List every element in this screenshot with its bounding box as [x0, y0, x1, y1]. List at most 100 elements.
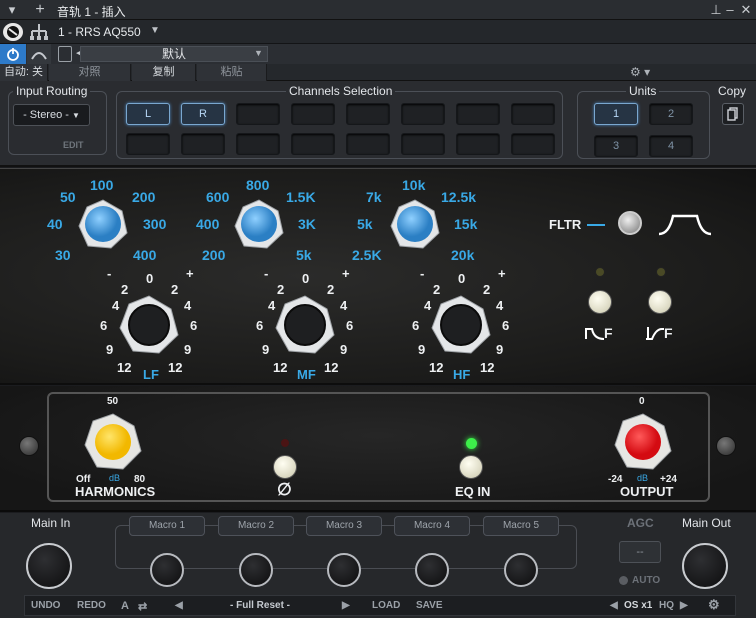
- minimize-icon[interactable]: –: [722, 2, 738, 18]
- lf-frequency-knob[interactable]: [78, 199, 128, 249]
- hf-freq-2.5k: 2.5K: [352, 247, 382, 263]
- channel-slot[interactable]: [511, 103, 555, 125]
- output-knob[interactable]: [614, 413, 672, 471]
- load-button[interactable]: LOAD: [372, 600, 400, 611]
- power-button[interactable]: [0, 44, 26, 64]
- mf-frequency-knob[interactable]: [234, 199, 284, 249]
- channel-slot[interactable]: [181, 133, 225, 155]
- channel-slot[interactable]: [401, 103, 445, 125]
- os-prev-icon[interactable]: ◀: [610, 600, 618, 611]
- macro-5-knob[interactable]: [504, 553, 538, 587]
- harmonics-scale-top: 50: [107, 396, 119, 407]
- preset-list-icon[interactable]: [58, 46, 72, 62]
- hf-filter-button[interactable]: [648, 290, 672, 314]
- main-in-knob[interactable]: [26, 543, 72, 589]
- macro-1-button[interactable]: Macro 1: [129, 516, 205, 536]
- main-out-knob[interactable]: [682, 543, 728, 589]
- mf-gain-knob[interactable]: [275, 295, 335, 355]
- hf-gain-12r: 12: [480, 360, 495, 375]
- main-in-label: Main In: [31, 516, 71, 530]
- preset-dropdown-icon[interactable]: ▼: [254, 48, 263, 58]
- channel-slot[interactable]: [511, 133, 555, 155]
- footer-next-preset-icon[interactable]: ▶: [342, 600, 350, 611]
- ab-copy-icon[interactable]: ⇄: [138, 600, 147, 613]
- macro-4-knob[interactable]: [415, 553, 449, 587]
- preset-selector[interactable]: 默认: [80, 46, 268, 62]
- unit-3-button[interactable]: 3: [594, 135, 638, 157]
- output-label: OUTPUT: [620, 484, 674, 499]
- input-routing-dropdown[interactable]: - Stereo - ▼: [13, 104, 90, 126]
- macro-5-button[interactable]: Macro 5: [483, 516, 559, 536]
- channel-slot[interactable]: [236, 103, 280, 125]
- channel-slot[interactable]: [236, 133, 280, 155]
- footer-prev-preset-icon[interactable]: ◀: [175, 600, 183, 611]
- hf-frequency-knob[interactable]: [390, 199, 440, 249]
- auto-button[interactable]: AUTO: [632, 575, 660, 586]
- unit-2-button[interactable]: 2: [649, 103, 693, 125]
- channel-slot[interactable]: [126, 133, 170, 155]
- channel-slot[interactable]: [291, 133, 335, 155]
- os-next-icon[interactable]: ▶: [680, 600, 688, 611]
- plugin-logo-icon[interactable]: [3, 23, 23, 41]
- paste-button[interactable]: 粘贴: [197, 64, 267, 81]
- macro-2-button[interactable]: Macro 2: [218, 516, 294, 536]
- menu-icon[interactable]: ▾: [4, 2, 20, 18]
- automation-icon[interactable]: [27, 44, 51, 64]
- save-button[interactable]: SAVE: [416, 600, 443, 611]
- unit-4-button[interactable]: 4: [649, 135, 693, 157]
- lf-gain-12l: 12: [117, 360, 132, 375]
- filter-toggle-switch[interactable]: [618, 211, 642, 235]
- copy-button[interactable]: 复制: [132, 64, 196, 81]
- hf-gain-minus: -: [420, 266, 425, 281]
- macro-4-button[interactable]: Macro 4: [394, 516, 470, 536]
- input-routing-label: Input Routing: [13, 84, 91, 98]
- channel-l-button[interactable]: L: [126, 103, 170, 125]
- redo-button[interactable]: REDO: [77, 600, 106, 611]
- macro-3-button[interactable]: Macro 3: [306, 516, 382, 536]
- ab-compare-button[interactable]: A: [121, 600, 129, 612]
- eq-in-button[interactable]: [459, 455, 483, 479]
- phase-button[interactable]: [273, 455, 297, 479]
- track-dropdown-icon[interactable]: ▼: [150, 22, 164, 40]
- lf-filter-button[interactable]: [588, 290, 612, 314]
- hf-gain-knob[interactable]: [431, 295, 491, 355]
- macro-2-knob[interactable]: [239, 553, 273, 587]
- compare-button[interactable]: 对照: [49, 64, 131, 81]
- hf-gain-6r: 6: [502, 318, 510, 333]
- oversampling-value[interactable]: OS x1: [624, 600, 652, 611]
- undo-button[interactable]: UNDO: [31, 600, 60, 611]
- hf-filter-led: [656, 267, 666, 277]
- lf-gain-6l: 6: [100, 318, 108, 333]
- copy-units-button[interactable]: [722, 103, 744, 125]
- footer-settings-gear-icon[interactable]: ⚙: [708, 597, 720, 613]
- macro-3-knob[interactable]: [327, 553, 361, 587]
- hf-gain-9l: 9: [418, 342, 426, 357]
- harmonics-knob[interactable]: [84, 413, 142, 471]
- channel-r-button[interactable]: R: [181, 103, 225, 125]
- auto-off-button[interactable]: 自动: 关: [0, 64, 48, 81]
- mf-freq-3k: 3K: [298, 216, 316, 232]
- channel-slot[interactable]: [456, 133, 500, 155]
- add-icon[interactable]: +: [32, 2, 48, 18]
- screw-icon: [19, 436, 39, 456]
- lf-filter-f: F: [604, 325, 613, 341]
- input-routing-edit[interactable]: EDIT: [63, 140, 84, 150]
- channel-slot[interactable]: [291, 103, 335, 125]
- macro-1-knob[interactable]: [150, 553, 184, 587]
- mf-gain-9l: 9: [262, 342, 270, 357]
- lf-gain-knob[interactable]: [119, 295, 179, 355]
- channel-slot[interactable]: [401, 133, 445, 155]
- hq-button[interactable]: HQ: [659, 600, 674, 611]
- channel-slot[interactable]: [456, 103, 500, 125]
- routing-icon[interactable]: [28, 22, 50, 42]
- lf-freq-40: 40: [47, 216, 63, 232]
- unit-1-button[interactable]: 1: [594, 103, 638, 125]
- channel-slot[interactable]: [346, 103, 390, 125]
- mf-gain-12r: 12: [324, 360, 339, 375]
- settings-gear-icon[interactable]: ⚙ ▾: [630, 65, 662, 80]
- close-icon[interactable]: ✕: [738, 2, 754, 18]
- channel-slot[interactable]: [346, 133, 390, 155]
- agc-value-display[interactable]: --: [619, 541, 661, 563]
- footer-preset-name[interactable]: - Full Reset -: [230, 600, 290, 611]
- channels-selection-label: Channels Selection: [286, 84, 396, 98]
